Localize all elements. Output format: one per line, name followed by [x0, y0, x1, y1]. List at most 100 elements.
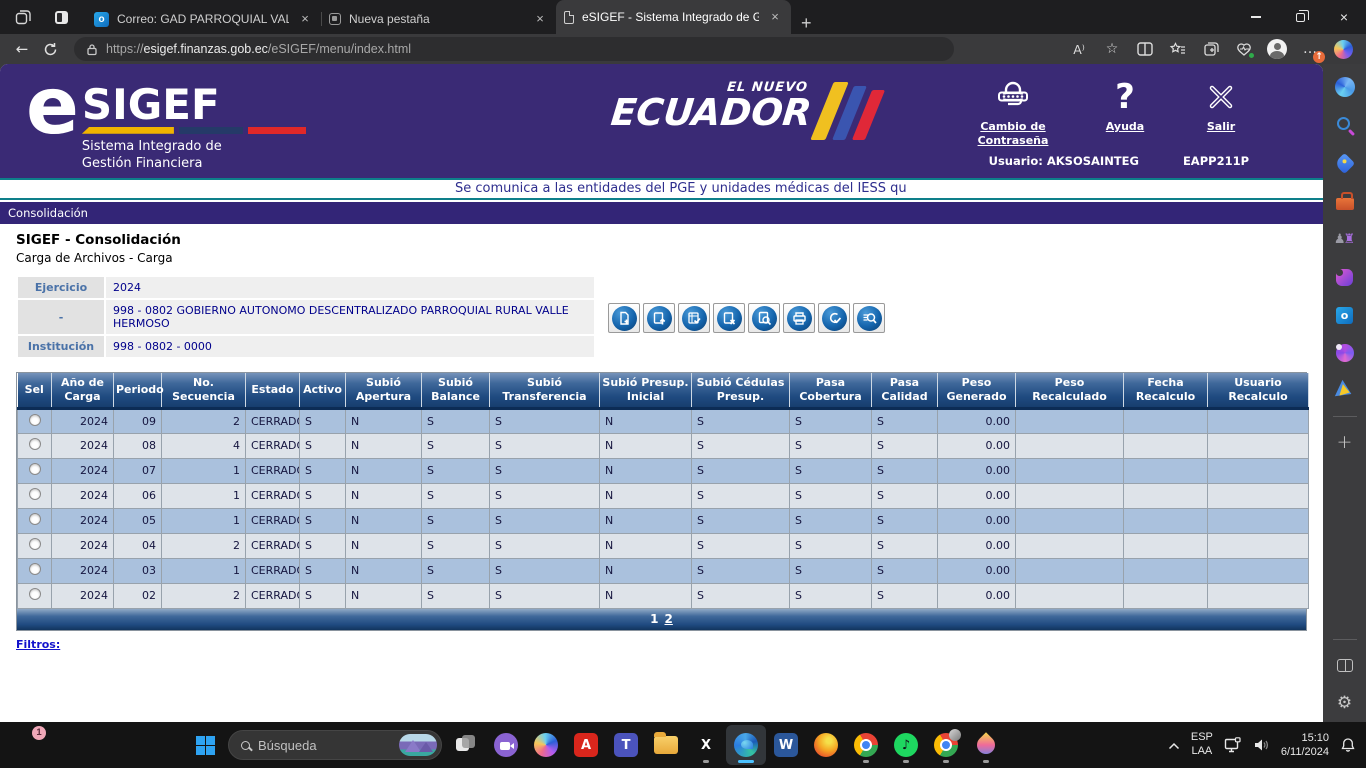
teams-taskbar-button[interactable]: T: [606, 725, 646, 765]
tab-nueva-pestana[interactable]: Nueva pestaña ×: [321, 4, 556, 34]
window-minimize-button[interactable]: [1234, 0, 1278, 34]
weather-widget[interactable]: 1: [14, 732, 40, 758]
approve-record-button[interactable]: [818, 303, 850, 333]
validate-file-button[interactable]: [678, 303, 710, 333]
cell: S: [300, 483, 346, 508]
row-select-radio[interactable]: [29, 513, 41, 525]
help-button[interactable]: ? Ayuda: [1095, 76, 1155, 149]
page-current[interactable]: 1: [650, 612, 658, 626]
excel-taskbar-button[interactable]: X: [686, 725, 726, 765]
terminal-code: EAPP211P: [1183, 154, 1249, 168]
browser-essentials-icon[interactable]: [1231, 37, 1257, 61]
cell: [1016, 483, 1124, 508]
chrome-work-taskbar-button[interactable]: [926, 725, 966, 765]
tray-chevron-icon[interactable]: [1168, 742, 1180, 750]
firefox-taskbar-button[interactable]: [806, 725, 846, 765]
spotify-icon: ♪: [894, 733, 918, 757]
collections-icon[interactable]: [1198, 37, 1224, 61]
new-tab-button[interactable]: +: [801, 13, 812, 34]
tools-icon[interactable]: [1334, 190, 1356, 212]
notifications-bell-icon[interactable]: [1340, 737, 1356, 753]
cell: N: [346, 558, 422, 583]
start-button[interactable]: [186, 725, 224, 765]
edge-taskbar-button[interactable]: [726, 725, 766, 765]
cell: S: [790, 483, 872, 508]
cell: 0.00: [938, 583, 1016, 608]
paint-taskbar-button[interactable]: [966, 725, 1006, 765]
tab-close-icon[interactable]: ×: [767, 9, 783, 25]
clock-widget[interactable]: 15:10 6/11/2024: [1281, 731, 1329, 760]
copilot-icon[interactable]: [1334, 76, 1356, 98]
language-indicator[interactable]: ESP LAA: [1191, 731, 1213, 759]
spotify-taskbar-button[interactable]: ♪: [886, 725, 926, 765]
add-favorite-icon[interactable]: ☆: [1099, 37, 1125, 61]
drop-icon[interactable]: [1334, 380, 1356, 402]
notification-badge: 1: [32, 726, 46, 740]
refresh-icon[interactable]: [36, 37, 64, 61]
row-select-radio[interactable]: [29, 588, 41, 600]
explorer-taskbar-button[interactable]: [646, 725, 686, 765]
cell: S: [872, 558, 938, 583]
split-icon[interactable]: [1334, 654, 1356, 676]
cell: 05: [114, 508, 162, 533]
word-taskbar-button[interactable]: W: [766, 725, 806, 765]
address-bar[interactable]: https://esigef.finanzas.gob.ec/eSIGEF/me…: [74, 37, 954, 61]
designer-icon[interactable]: [1334, 342, 1356, 364]
menu-consolidacion[interactable]: Consolidación: [8, 206, 88, 220]
print-button[interactable]: [783, 303, 815, 333]
settings-menu-icon[interactable]: … ↑: [1297, 37, 1323, 61]
copilot-icon[interactable]: [1330, 37, 1356, 61]
split-screen-icon[interactable]: [1132, 37, 1158, 61]
create-record-button[interactable]: [608, 303, 640, 333]
task-view-taskbar-button[interactable]: [446, 725, 486, 765]
delete-file-button[interactable]: [713, 303, 745, 333]
profile-avatar[interactable]: [1264, 37, 1290, 61]
tab-esigef-active[interactable]: eSIGEF - Sistema Integrado de G ×: [556, 0, 791, 34]
esigef-page: e SIGEF Sistema Integrado de Gestión Fin…: [0, 64, 1323, 722]
row-select-radio[interactable]: [29, 463, 41, 475]
shopping-icon[interactable]: [1334, 152, 1356, 174]
filters-link[interactable]: Filtros:: [16, 638, 60, 651]
taskbar-search[interactable]: Búsqueda: [228, 730, 442, 760]
volume-icon[interactable]: [1253, 738, 1270, 752]
row-select-radio[interactable]: [29, 538, 41, 550]
games-icon[interactable]: ♟: [1334, 228, 1356, 250]
upload-file-button[interactable]: [643, 303, 675, 333]
search-icon[interactable]: [1334, 114, 1356, 136]
tab-close-icon[interactable]: ×: [297, 11, 313, 27]
tab-close-icon[interactable]: ×: [532, 11, 548, 27]
windows-taskbar: 1 Búsqueda ATXW ♪ ESP LAA: [0, 722, 1366, 768]
workspaces-icon[interactable]: [12, 6, 34, 28]
cell: N: [600, 408, 692, 433]
tab-actions-icon[interactable]: [50, 6, 72, 28]
cell: N: [346, 483, 422, 508]
logout-button[interactable]: Salir: [1191, 76, 1251, 149]
outlook-icon[interactable]: o: [1334, 304, 1356, 326]
row-select-radio[interactable]: [29, 488, 41, 500]
chrome-taskbar-button[interactable]: [846, 725, 886, 765]
change-password-button[interactable]: Cambio de Contraseña: [967, 76, 1059, 149]
row-select-radio[interactable]: [29, 414, 41, 426]
esigef-header: e SIGEF Sistema Integrado de Gestión Fin…: [0, 64, 1323, 178]
consult-records-button[interactable]: [853, 303, 885, 333]
window-close-button[interactable]: ×: [1322, 0, 1366, 34]
read-aloud-icon[interactable]: A⁾: [1066, 37, 1092, 61]
meet-taskbar-button[interactable]: [486, 725, 526, 765]
row-select-radio[interactable]: [29, 563, 41, 575]
tab-correo[interactable]: o Correo: GAD PARROQUIAL VALLE ×: [86, 4, 321, 34]
window-restore-button[interactable]: [1278, 0, 1322, 34]
preview-file-button[interactable]: [748, 303, 780, 333]
page-title: SIGEF - Consolidación: [16, 232, 1323, 248]
m365-icon[interactable]: [1334, 266, 1356, 288]
copilot-taskbar-button[interactable]: [526, 725, 566, 765]
cell: N: [600, 458, 692, 483]
cell: CERRADO: [246, 458, 300, 483]
settings-icon[interactable]: ⚙: [1334, 692, 1356, 714]
add-icon[interactable]: +: [1334, 431, 1356, 453]
network-icon[interactable]: [1224, 737, 1242, 753]
page-link-2[interactable]: 2: [665, 612, 673, 626]
back-icon[interactable]: ←: [8, 37, 36, 61]
acrobat-taskbar-button[interactable]: A: [566, 725, 606, 765]
row-select-radio[interactable]: [29, 438, 41, 450]
favorites-icon[interactable]: [1165, 37, 1191, 61]
